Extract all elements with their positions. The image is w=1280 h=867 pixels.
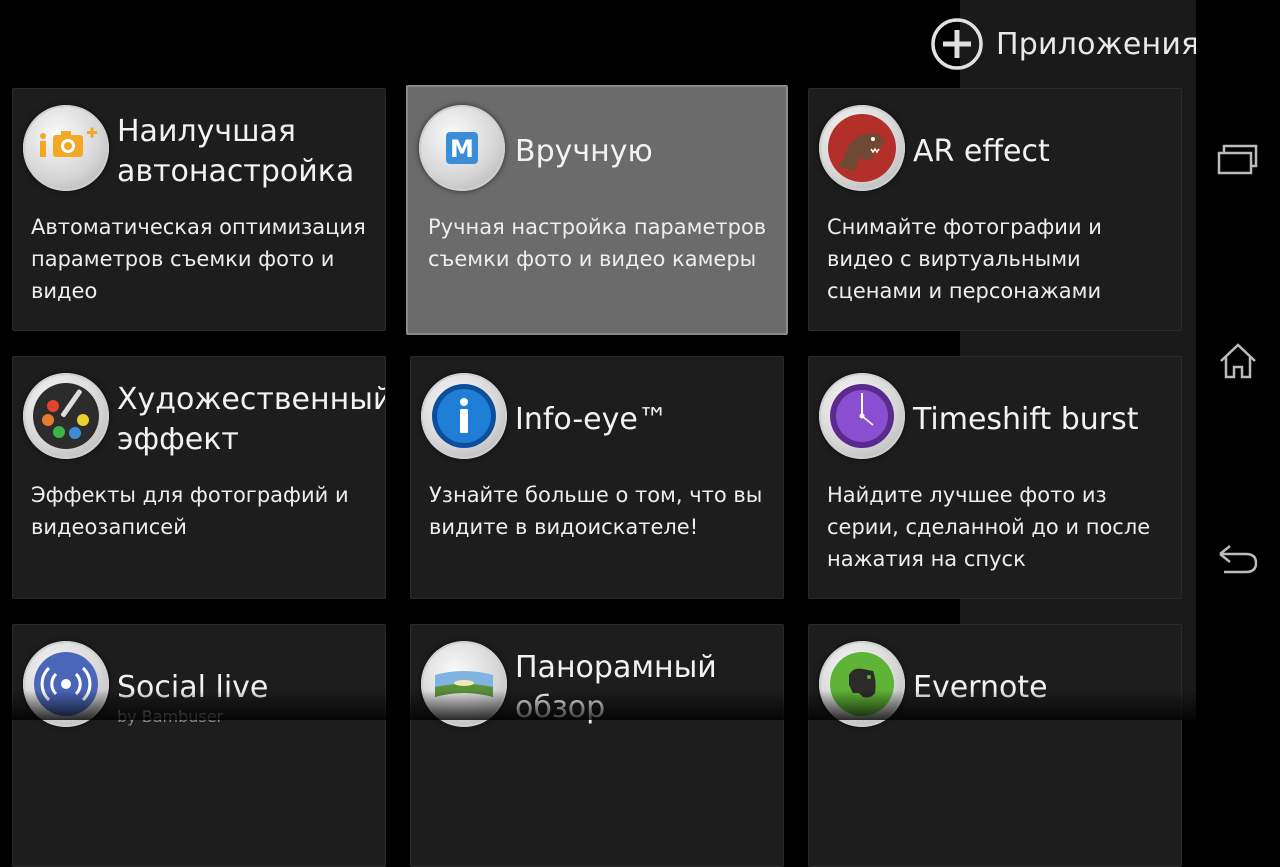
tile-art-effect[interactable]: Художественный эффект Эффекты для фотогр…: [12, 356, 386, 599]
home-button[interactable]: [1196, 326, 1280, 396]
tile-title: Evernote: [913, 670, 1048, 705]
dinosaur-icon: [819, 105, 905, 191]
tile-description: Автоматическая оптимизация параметров съ…: [31, 215, 366, 303]
back-arrow-icon: [1219, 545, 1258, 574]
tile-evernote[interactable]: Evernote: [808, 624, 1182, 867]
tile-title: Info-eye™: [515, 402, 668, 437]
tile-description: Найдите лучшее фото из серии, сделанной …: [827, 483, 1151, 571]
tile-social-live[interactable]: Social live by Bambuser: [12, 624, 386, 867]
add-applications-button[interactable]: Приложения: [930, 16, 1199, 72]
tile-description: Узнайте больше о том, что вы видите в ви…: [429, 483, 763, 539]
tile-title: Художественный эффект: [117, 382, 386, 457]
tile-title: Timeshift burst: [913, 402, 1139, 437]
tile-info-eye[interactable]: Info-eye™ Узнайте больше о том, что вы в…: [410, 356, 784, 599]
tile-description: Снимайте фотографии и видео с виртуальны…: [827, 215, 1102, 303]
back-button[interactable]: [1196, 524, 1280, 594]
svg-text:M: M: [450, 135, 474, 163]
tile-ar-effect[interactable]: AR effect Снимайте фотографии и видео с …: [808, 88, 1182, 331]
tile-subtitle: by Bambuser: [117, 707, 224, 726]
recent-apps-button[interactable]: [1196, 126, 1280, 196]
tile-description: Эффекты для фотографий и видеозаписей: [31, 483, 349, 539]
system-navigation-bar: [1196, 0, 1280, 720]
timeshift-clock-icon: [819, 373, 905, 459]
tile-title: AR effect: [913, 134, 1050, 169]
info-icon: [421, 373, 507, 459]
plus-circle-icon: [931, 18, 983, 70]
superior-auto-camera-icon: [23, 105, 109, 191]
broadcast-icon: [23, 641, 109, 727]
tile-superior-auto[interactable]: Наилучшая автонастройка Автоматическая о…: [12, 88, 386, 331]
recent-apps-icon: [1217, 144, 1258, 175]
tile-panorama[interactable]: Панорамный обзор: [410, 624, 784, 867]
apps-label: Приложения: [996, 26, 1200, 62]
tile-title: Вручную: [515, 134, 653, 169]
palette-icon: [23, 373, 109, 459]
home-icon: [1220, 343, 1256, 379]
evernote-elephant-icon: [819, 641, 905, 727]
manual-m-icon: M: [419, 105, 505, 191]
panorama-landscape-icon: [421, 641, 507, 727]
tile-timeshift-burst[interactable]: Timeshift burst Найдите лучшее фото из с…: [808, 356, 1182, 599]
tile-description: Ручная настройка параметров съемки фото …: [428, 215, 767, 271]
tile-title: Наилучшая автонастройка: [117, 114, 355, 189]
tile-manual[interactable]: M Вручную Ручная настройка параметров съ…: [406, 85, 788, 335]
tile-title: Панорамный обзор: [515, 650, 717, 725]
